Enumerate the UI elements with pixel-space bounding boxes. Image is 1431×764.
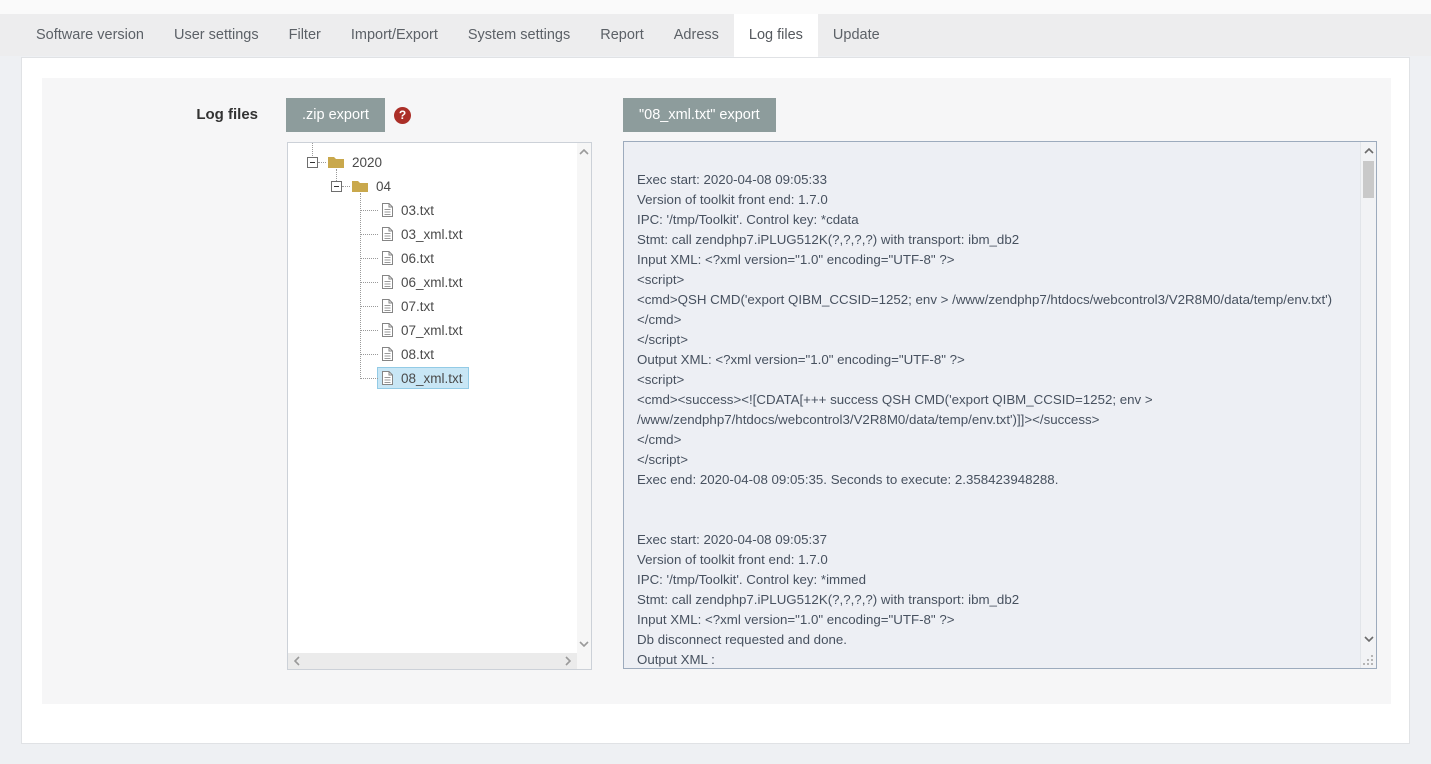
file-icon [381,250,394,266]
scroll-up-icon[interactable] [577,145,591,159]
scroll-right-icon[interactable] [561,653,575,669]
tab-software-version[interactable]: Software version [21,14,159,56]
tree-item-inner[interactable]: 06_xml.txt [377,271,469,293]
file-icon [381,322,394,338]
content-card: Log files .zip export ? "08_xml.txt" exp… [21,57,1410,744]
file-tree: 2020 04 03.txt 03_xml.txt 06.txt 06_xml.txt 07… [287,142,592,670]
tree-item-label: 04 [376,179,391,194]
tree-item-03-txt[interactable]: 03.txt [288,198,577,222]
file-icon [381,226,394,242]
file-icon [381,298,394,314]
tree-item-label: 08.txt [401,347,434,362]
tree-item-inner[interactable]: 07.txt [377,295,440,317]
tab-import-export[interactable]: Import/Export [336,14,453,56]
file-icon [381,274,394,290]
tree-item-07-txt[interactable]: 07.txt [288,294,577,318]
tree-item-06-xml-txt[interactable]: 06_xml.txt [288,270,577,294]
scroll-down-icon[interactable] [577,637,591,651]
tree-item-label: 07_xml.txt [401,323,463,338]
tab-log-files[interactable]: Log files [734,14,818,57]
log-text[interactable]: Exec start: 2020-04-08 09:05:33 Version … [624,142,1360,668]
folder-icon [351,179,369,193]
tree-item-inner[interactable]: 03.txt [377,199,440,221]
zip-export-button[interactable]: .zip export [286,98,385,132]
collapse-expander-icon[interactable] [307,157,318,168]
section-label: Log files [42,106,258,123]
tree-item-label: 03.txt [401,203,434,218]
tree-item-inner[interactable]: 03_xml.txt [377,223,469,245]
tree-item-label: 03_xml.txt [401,227,463,242]
tree-item-inner[interactable]: 06.txt [377,247,440,269]
tree-item-04[interactable]: 04 [288,174,577,198]
tab-update[interactable]: Update [818,14,895,56]
tree-item-label: 07.txt [401,299,434,314]
tree-item-08-xml-txt[interactable]: 08_xml.txt [288,366,577,390]
log-viewer[interactable]: Exec start: 2020-04-08 09:05:33 Version … [623,141,1377,669]
tree-item-label: 06_xml.txt [401,275,463,290]
tab-report[interactable]: Report [585,14,659,56]
file-icon [381,346,394,362]
log-files-panel: Log files .zip export ? "08_xml.txt" exp… [42,78,1391,704]
tree-item-03-xml-txt[interactable]: 03_xml.txt [288,222,577,246]
resize-grip-icon[interactable] [1371,663,1373,665]
file-icon [381,202,394,218]
tree-item-label: 2020 [352,155,382,170]
tree-item-07-xml-txt[interactable]: 07_xml.txt [288,318,577,342]
log-vertical-scrollbar[interactable] [1360,142,1376,668]
tree-item-inner[interactable]: 04 [347,176,397,197]
tab-user-settings[interactable]: User settings [159,14,274,56]
tree-vertical-scrollbar[interactable] [577,143,591,653]
tree-item-inner[interactable]: 08.txt [377,343,440,365]
scroll-up-icon[interactable] [1361,144,1376,158]
tree-item-08-txt[interactable]: 08.txt [288,342,577,366]
tree-item-2020[interactable]: 2020 [288,150,577,174]
tab-system-settings[interactable]: System settings [453,14,585,56]
scrollbar-thumb[interactable] [1363,161,1374,198]
tree-item-label: 08_xml.txt [401,371,463,386]
folder-icon [327,155,345,169]
scroll-down-icon[interactable] [1361,632,1376,646]
scrollbar-corner [577,653,591,669]
tab-adress[interactable]: Adress [659,14,734,56]
tree-item-inner[interactable]: 2020 [323,152,388,173]
tree-item-label: 06.txt [401,251,434,266]
help-icon[interactable]: ? [394,107,411,124]
file-export-button[interactable]: "08_xml.txt" export [623,98,776,132]
collapse-expander-icon[interactable] [331,181,342,192]
file-tree-content: 2020 04 03.txt 03_xml.txt 06.txt 06_xml.txt 07… [288,143,577,653]
tab-filter[interactable]: Filter [274,14,336,56]
tree-horizontal-scrollbar[interactable] [288,653,577,669]
file-icon [381,370,394,386]
top-strip [0,0,1431,14]
scroll-left-icon[interactable] [290,653,304,669]
tree-item-inner[interactable]: 08_xml.txt [377,367,469,389]
tab-bar: Software versionUser settingsFilterImpor… [0,14,1431,56]
tree-item-inner[interactable]: 07_xml.txt [377,319,469,341]
tree-item-06-txt[interactable]: 06.txt [288,246,577,270]
